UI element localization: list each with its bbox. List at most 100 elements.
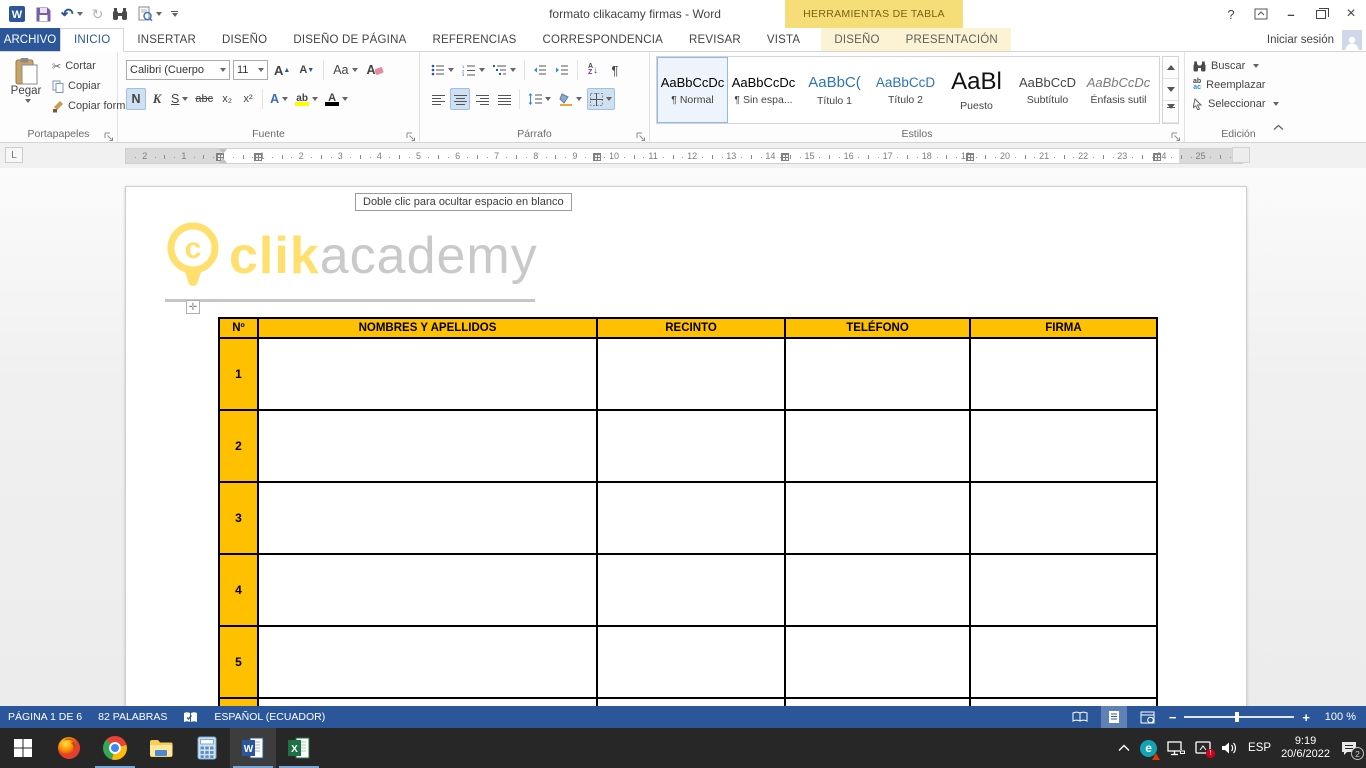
contextual-tab-diseño[interactable]: DISEÑO — [821, 28, 892, 51]
empty-cell[interactable] — [597, 698, 785, 706]
help-icon[interactable]: ? — [1216, 0, 1246, 28]
styles-gallery-expand-icon[interactable] — [1163, 101, 1178, 123]
row-number-cell[interactable]: 1 — [219, 338, 258, 410]
shrink-font-button[interactable]: A▼ — [296, 59, 317, 81]
zoom-slider-handle[interactable] — [1235, 712, 1239, 722]
taskbar-excel-icon[interactable]: X — [276, 728, 322, 768]
tab-diseño-de-página[interactable]: DISEÑO DE PÁGINA — [280, 28, 419, 51]
empty-cell[interactable] — [785, 482, 970, 554]
sign-in-label[interactable]: Iniciar sesión — [1267, 34, 1334, 46]
taskbar-firefox-icon[interactable] — [46, 728, 92, 768]
tab-diseño[interactable]: DISEÑO — [209, 28, 280, 51]
first-line-indent-marker[interactable] — [219, 149, 227, 154]
save-icon[interactable] — [35, 4, 52, 24]
customize-qat-icon[interactable] — [171, 4, 178, 24]
tab-inicio[interactable]: INICIO — [60, 28, 124, 52]
font-color-button[interactable]: A — [322, 88, 351, 110]
taskbar-file-explorer-icon[interactable] — [138, 728, 184, 768]
taskbar-calculator-icon[interactable] — [184, 728, 230, 768]
empty-cell[interactable] — [970, 626, 1157, 698]
replace-button[interactable]: abacReemplazar — [1193, 79, 1279, 91]
font-family-combo[interactable]: Calibri (Cuerpo — [126, 60, 230, 80]
empty-cell[interactable] — [258, 482, 597, 554]
notification-center-icon[interactable]: 2 — [1340, 740, 1358, 756]
web-layout-icon[interactable] — [1135, 706, 1161, 728]
line-spacing-button[interactable] — [525, 88, 554, 110]
empty-cell[interactable] — [258, 554, 597, 626]
empty-cell[interactable] — [970, 698, 1157, 706]
dialog-launcher-icon[interactable] — [104, 129, 114, 139]
row-number-cell[interactable]: 6 — [219, 698, 258, 706]
zoom-slider[interactable] — [1184, 716, 1294, 718]
eset-antivirus-icon[interactable]: e — [1140, 740, 1157, 757]
volume-icon[interactable] — [1221, 741, 1238, 755]
empty-cell[interactable] — [970, 410, 1157, 482]
taskbar-clock[interactable]: 9:19 20/6/2022 — [1281, 735, 1330, 761]
sort-button[interactable]: AZ↓ — [583, 59, 603, 81]
shading-button[interactable] — [556, 88, 585, 110]
align-right-button[interactable] — [472, 88, 492, 110]
print-layout-icon[interactable] — [1101, 706, 1127, 728]
empty-cell[interactable] — [785, 698, 970, 706]
empty-cell[interactable] — [258, 338, 597, 410]
collapse-ribbon-icon[interactable] — [1273, 118, 1284, 136]
tray-chevron-icon[interactable] — [1118, 744, 1130, 752]
restore-icon[interactable] — [1306, 0, 1336, 28]
row-number-cell[interactable]: 5 — [219, 626, 258, 698]
language-indicator[interactable]: ESPAÑOL (ECUADOR) — [214, 706, 325, 728]
tab-stop-selector[interactable]: L — [5, 147, 23, 163]
row-number-cell[interactable]: 3 — [219, 482, 258, 554]
underline-button[interactable]: S — [168, 88, 191, 110]
decrease-indent-button[interactable] — [530, 59, 550, 81]
multilevel-list-button[interactable] — [490, 59, 519, 81]
text-effects-button[interactable]: A — [267, 88, 291, 110]
proofing-icon[interactable] — [183, 706, 198, 728]
contextual-tab-presentación[interactable]: PRESENTACIÓN — [893, 28, 1011, 51]
increase-indent-button[interactable] — [552, 59, 572, 81]
font-size-combo[interactable]: 11 — [233, 60, 268, 80]
table-column-marker[interactable] — [593, 153, 601, 161]
numbered-list-button[interactable]: 123 — [459, 59, 488, 81]
tab-vista[interactable]: VISTA — [754, 28, 813, 51]
borders-button[interactable] — [587, 88, 615, 110]
style-sin-espa[interactable]: AaBbCcDc¶ Sin espa... — [728, 57, 799, 123]
tab-insertar[interactable]: INSERTAR — [124, 28, 209, 51]
signature-table[interactable]: NºNOMBRES Y APELLIDOSRECINTOTELÉFONOFIRM… — [218, 317, 1158, 706]
zoom-out-icon[interactable]: − — [1169, 710, 1177, 725]
empty-cell[interactable] — [970, 554, 1157, 626]
table-column-marker[interactable] — [1153, 153, 1161, 161]
find-button[interactable]: Buscar — [1193, 60, 1279, 72]
bold-button[interactable]: N — [126, 88, 146, 110]
style-título-2[interactable]: AaBbCcDTítulo 2 — [870, 57, 941, 123]
minimize-icon[interactable]: – — [1276, 0, 1306, 28]
tab-correspondencia[interactable]: CORRESPONDENCIA — [529, 28, 676, 51]
align-left-button[interactable] — [428, 88, 448, 110]
table-column-marker[interactable] — [781, 153, 789, 161]
empty-cell[interactable] — [597, 482, 785, 554]
dialog-launcher-icon[interactable] — [1171, 129, 1181, 139]
zoom-level[interactable]: 100 % — [1318, 711, 1356, 723]
style-puesto[interactable]: AaBlPuesto — [941, 57, 1012, 123]
tab-revisar[interactable]: REVISAR — [676, 28, 754, 51]
bullet-list-button[interactable] — [428, 59, 457, 81]
network-icon[interactable] — [1167, 741, 1185, 756]
style-énfasis-sutil[interactable]: AaBbCcDcÉnfasis sutil — [1083, 57, 1154, 123]
empty-cell[interactable] — [597, 554, 785, 626]
select-button[interactable]: Seleccionar — [1193, 98, 1279, 110]
table-column-marker[interactable] — [254, 153, 262, 161]
ribbon-display-options-icon[interactable] — [1246, 0, 1276, 28]
undo-dropdown-icon[interactable] — [77, 12, 83, 16]
row-number-cell[interactable]: 4 — [219, 554, 258, 626]
input-language[interactable]: ESP — [1248, 742, 1271, 754]
table-column-marker[interactable] — [966, 153, 974, 161]
tab-archivo[interactable]: ARCHIVO — [0, 28, 60, 51]
action-alert-icon[interactable]: ! — [1195, 741, 1211, 755]
page-indicator[interactable]: PÁGINA 1 DE 6 — [8, 706, 82, 728]
empty-cell[interactable] — [785, 338, 970, 410]
find-binoculars-icon[interactable] — [112, 4, 128, 24]
highlight-button[interactable]: ab — [292, 88, 321, 110]
subscript-button[interactable]: x₂ — [217, 88, 237, 110]
styles-scroll-up-icon[interactable] — [1163, 57, 1178, 79]
styles-scroll-down-icon[interactable] — [1163, 79, 1178, 101]
zoom-in-icon[interactable]: + — [1302, 710, 1310, 725]
